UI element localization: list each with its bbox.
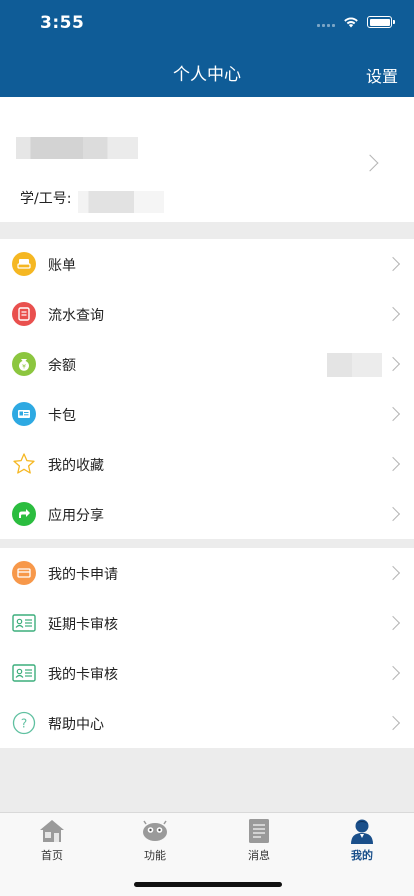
header: 3:55 个人中心 设置 (0, 0, 414, 97)
profile-name-redacted (16, 137, 138, 159)
menu-item-card-apply[interactable]: 我的卡申请 (0, 548, 414, 598)
menu-label: 账单 (48, 258, 76, 274)
robot-icon (141, 817, 169, 845)
wifi-icon (344, 17, 358, 28)
tab-label: 我的 (351, 849, 373, 862)
profile-card[interactable]: 学/工号: (0, 97, 414, 222)
tab-label: 首页 (41, 849, 63, 862)
home-indicator (134, 882, 282, 887)
menu-label: 流水查询 (48, 308, 104, 324)
star-icon (12, 452, 36, 476)
profile-id-redacted (78, 191, 164, 213)
tab-messages[interactable]: 消息 (229, 817, 289, 863)
chevron-right-icon (385, 615, 401, 631)
chevron-right-icon (361, 154, 379, 172)
page-title: 个人中心 (173, 65, 241, 85)
menu-label: 帮助中心 (48, 717, 104, 733)
chevron-right-icon (385, 565, 401, 581)
menu-item-card-wallet[interactable]: 卡包 (0, 389, 414, 439)
menu-group-account: 账单 流水查询 ¥ 余额 卡包 我的收藏 应用分享 (0, 239, 414, 539)
user-icon (348, 817, 376, 845)
menu-label: 我的卡审核 (48, 667, 118, 683)
menu-label: 应用分享 (48, 508, 104, 524)
settings-button[interactable]: 设置 (366, 63, 398, 87)
chevron-right-icon (385, 715, 401, 731)
message-icon (245, 817, 273, 845)
balance-value-redacted (327, 353, 382, 377)
bill-icon (12, 252, 36, 276)
menu-item-share-app[interactable]: 应用分享 (0, 489, 414, 539)
menu-item-help-center[interactable]: ? 帮助中心 (0, 698, 414, 748)
menu-item-bill[interactable]: 账单 (0, 239, 414, 289)
svg-text:¥: ¥ (22, 364, 26, 371)
chevron-right-icon (385, 506, 401, 522)
chevron-right-icon (385, 456, 401, 472)
menu-item-extend-card-review[interactable]: 延期卡审核 (0, 598, 414, 648)
help-icon: ? (12, 711, 36, 735)
profile-id-label: 学/工号: (20, 191, 72, 207)
card-wallet-icon (12, 402, 36, 426)
tab-functions[interactable]: 功能 (125, 817, 185, 863)
menu-item-balance[interactable]: ¥ 余额 (0, 339, 414, 389)
tab-label: 消息 (248, 849, 270, 862)
transaction-icon (12, 302, 36, 326)
chevron-right-icon (385, 306, 401, 322)
tab-label: 功能 (144, 849, 166, 862)
menu-item-favorites[interactable]: 我的收藏 (0, 439, 414, 489)
menu-item-transactions[interactable]: 流水查询 (0, 289, 414, 339)
menu-item-my-card-review[interactable]: 我的卡审核 (0, 648, 414, 698)
chevron-right-icon (385, 356, 401, 372)
menu-label: 我的收藏 (48, 458, 104, 474)
card-apply-icon (12, 561, 36, 585)
signal-icon (317, 17, 335, 27)
home-icon (38, 817, 66, 845)
status-time: 3:55 (40, 13, 85, 33)
tab-mine[interactable]: 我的 (332, 817, 392, 863)
money-bag-icon: ¥ (12, 352, 36, 376)
menu-label: 我的卡申请 (48, 567, 118, 583)
svg-text:?: ? (21, 717, 27, 731)
share-icon (12, 502, 36, 526)
chevron-right-icon (385, 256, 401, 272)
tab-home[interactable]: 首页 (22, 817, 82, 863)
menu-group-card: 我的卡申请 延期卡审核 我的卡审核 ? 帮助中心 (0, 548, 414, 748)
id-card-icon (12, 611, 36, 635)
battery-icon (367, 16, 395, 28)
status-icons (317, 15, 395, 29)
menu-label: 延期卡审核 (48, 617, 118, 633)
id-card-icon (12, 661, 36, 685)
menu-label: 余额 (48, 358, 76, 374)
chevron-right-icon (385, 665, 401, 681)
chevron-right-icon (385, 406, 401, 422)
menu-label: 卡包 (48, 408, 76, 424)
